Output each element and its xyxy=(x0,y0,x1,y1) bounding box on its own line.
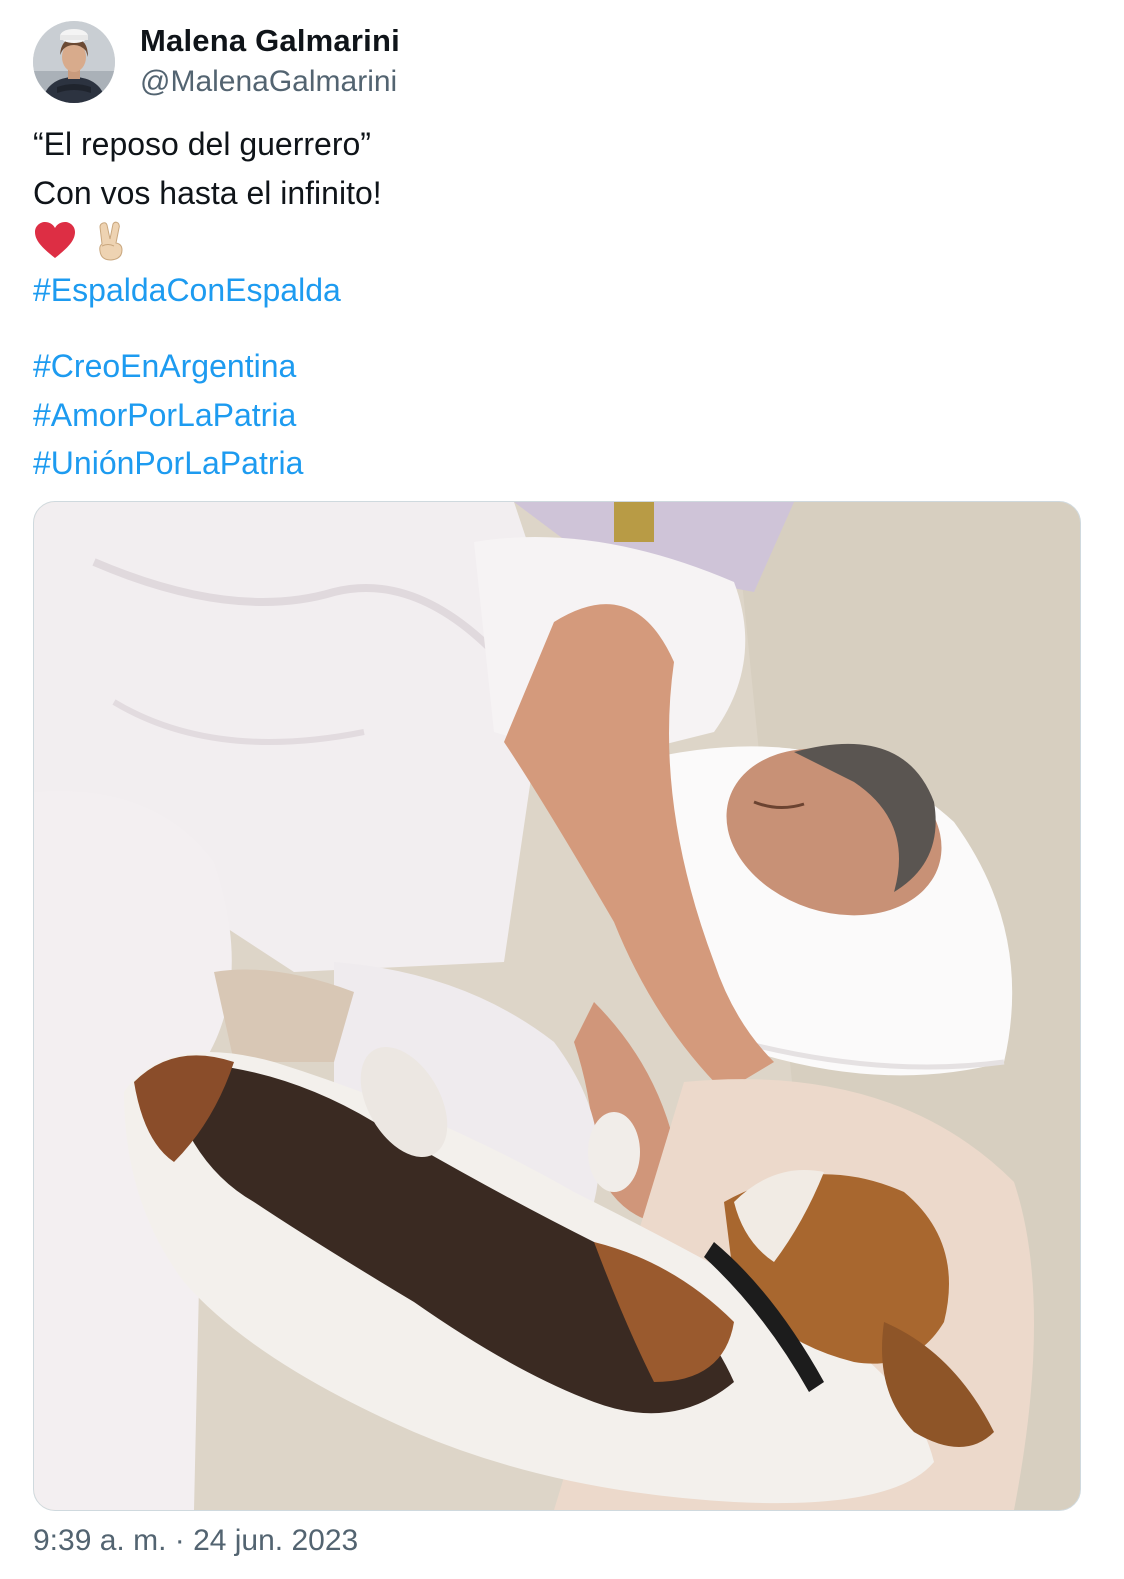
red-heart-icon xyxy=(35,222,75,259)
tweet-line-2: Con vos hasta el infinito! xyxy=(33,174,382,211)
photo-man-sleeping-with-beagle-icon xyxy=(34,502,1080,1510)
tweet-media[interactable] xyxy=(33,501,1081,1511)
tweet: Malena Galmarini @MalenaGalmarini “El re… xyxy=(0,0,1124,1579)
tweet-timestamp[interactable]: 9:39 a. m. · 24 jun. 2023 xyxy=(33,1519,358,1563)
user-handle[interactable]: @MalenaGalmarini xyxy=(140,62,400,102)
hashtag-creoenargentina[interactable]: #CreoEnArgentina xyxy=(33,342,1083,391)
avatar[interactable] xyxy=(33,21,115,103)
author-block: Malena Galmarini @MalenaGalmarini xyxy=(140,22,400,102)
hashtag-espaldaconespalda[interactable]: #EspaldaConEspalda xyxy=(33,266,1083,315)
tweet-text: “El reposo del guerrero” Con vos hasta e… xyxy=(33,120,1083,488)
victory-hand-icon xyxy=(99,221,123,261)
hashtag-amorporlapatria[interactable]: #AmorPorLaPatria xyxy=(33,391,1083,440)
hashtag-unionporlapatria[interactable]: #UniónPorLaPatria xyxy=(33,439,1083,488)
profile-photo-icon xyxy=(33,21,115,103)
emoji-row xyxy=(33,217,1083,266)
display-name[interactable]: Malena Galmarini xyxy=(140,22,400,60)
tweet-line-1: “El reposo del guerrero” xyxy=(33,126,371,162)
